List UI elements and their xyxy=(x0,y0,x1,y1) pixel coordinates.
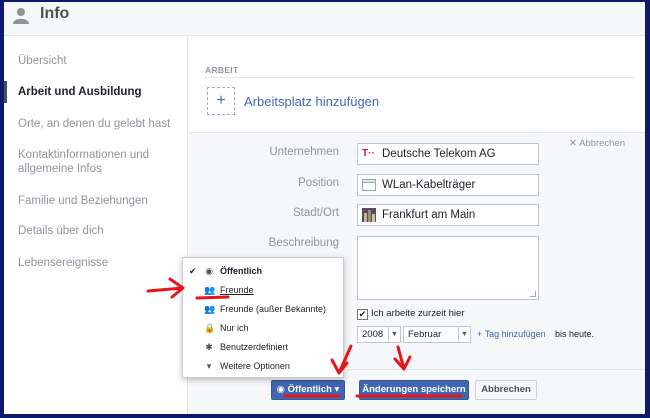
lock-icon: 🔒 xyxy=(204,323,216,333)
sidebar-item-details[interactable]: Details über dich xyxy=(18,224,183,238)
active-indicator xyxy=(4,81,7,103)
sidebar-item-family[interactable]: Familie und Beziehungen xyxy=(18,194,183,208)
friends-except-icon: 👥 xyxy=(204,304,216,314)
globe-icon: ◉ xyxy=(205,266,213,276)
currently-working-label: Ich arbeite zurzeit hier xyxy=(371,308,465,319)
person-icon xyxy=(13,8,29,24)
privacy-option-friends-except[interactable]: 👥 Freunde (außer Bekannte) xyxy=(183,300,343,318)
privacy-button[interactable]: ◉ Öffentlich ▾ xyxy=(271,380,345,400)
window-frame: Info Übersicht Arbeit und Ausbildung Ort… xyxy=(4,2,645,414)
triangle-down-icon: ▾ xyxy=(206,361,212,371)
chevron-down-icon: ▼ xyxy=(458,327,470,342)
company-label: Unternehmen xyxy=(269,146,339,158)
form-cancel-link[interactable]: ✕ Abbrechen xyxy=(569,138,625,149)
privacy-dropdown-menu: ✔ ◉ Öffentlich 👥 Freunde 👥 Freunde (auße… xyxy=(182,257,344,378)
privacy-option-friends[interactable]: 👥 Freunde xyxy=(183,281,343,299)
save-changes-button[interactable]: Änderungen speichern xyxy=(359,380,469,400)
gear-icon: ✱ xyxy=(205,342,213,352)
divider xyxy=(205,77,635,78)
section-label-work: ARBEIT xyxy=(205,65,239,75)
until-today-text: bis heute. xyxy=(555,329,595,339)
add-workplace-link[interactable]: Arbeitsplatz hinzufügen xyxy=(244,94,379,109)
currently-working-checkbox[interactable]: ✔ xyxy=(357,309,368,320)
sidebar-item-overview[interactable]: Übersicht xyxy=(18,54,183,68)
page-title: Info xyxy=(40,5,70,22)
sidebar-item-contact-info[interactable]: Kontaktinformationen und allgemeine Info… xyxy=(18,148,183,176)
cancel-button[interactable]: Abbrechen xyxy=(475,380,537,400)
privacy-option-public[interactable]: ✔ ◉ Öffentlich xyxy=(183,262,343,280)
month-select[interactable]: Februar ▼ xyxy=(403,326,471,343)
city-photo-icon xyxy=(362,208,376,222)
close-icon: ✕ xyxy=(569,138,580,149)
city-field[interactable]: Frankfurt am Main xyxy=(357,204,539,226)
year-select[interactable]: 2008 ▼ xyxy=(357,326,401,343)
page-header: Info xyxy=(4,2,645,36)
position-icon xyxy=(362,179,376,191)
city-label: Stadt/Ort xyxy=(292,207,339,219)
caret-down-icon: ▾ xyxy=(331,384,340,395)
add-workplace-icon[interactable]: + xyxy=(207,87,235,115)
friends-icon: 👥 xyxy=(204,285,216,295)
privacy-option-more[interactable]: ▾ Weitere Optionen xyxy=(183,357,343,375)
position-field[interactable]: WLan-Kabelträger xyxy=(357,174,539,196)
privacy-option-only-me[interactable]: 🔒 Nur ich xyxy=(183,319,343,337)
sidebar: Übersicht Arbeit und Ausbildung Orte, an… xyxy=(4,36,188,414)
description-label: Beschreibung xyxy=(268,237,339,249)
position-label: Position xyxy=(298,177,339,189)
check-icon: ✔ xyxy=(189,266,197,276)
add-day-link[interactable]: + Tag hinzufügen xyxy=(477,329,546,339)
sidebar-item-life-events[interactable]: Lebensereignisse xyxy=(18,256,183,270)
privacy-option-custom[interactable]: ✱ Benutzerdefiniert xyxy=(183,338,343,356)
telekom-logo-icon: T·· xyxy=(362,148,375,159)
chevron-down-icon: ▼ xyxy=(388,327,400,342)
company-field[interactable]: T·· Deutsche Telekom AG xyxy=(357,143,539,165)
sidebar-item-work-education[interactable]: Arbeit und Ausbildung xyxy=(18,85,183,99)
resize-grip[interactable] xyxy=(530,291,536,297)
sidebar-item-places[interactable]: Orte, an denen du gelebt hast xyxy=(18,117,183,131)
description-textarea[interactable] xyxy=(357,236,539,300)
globe-icon: ◉ xyxy=(276,384,288,395)
